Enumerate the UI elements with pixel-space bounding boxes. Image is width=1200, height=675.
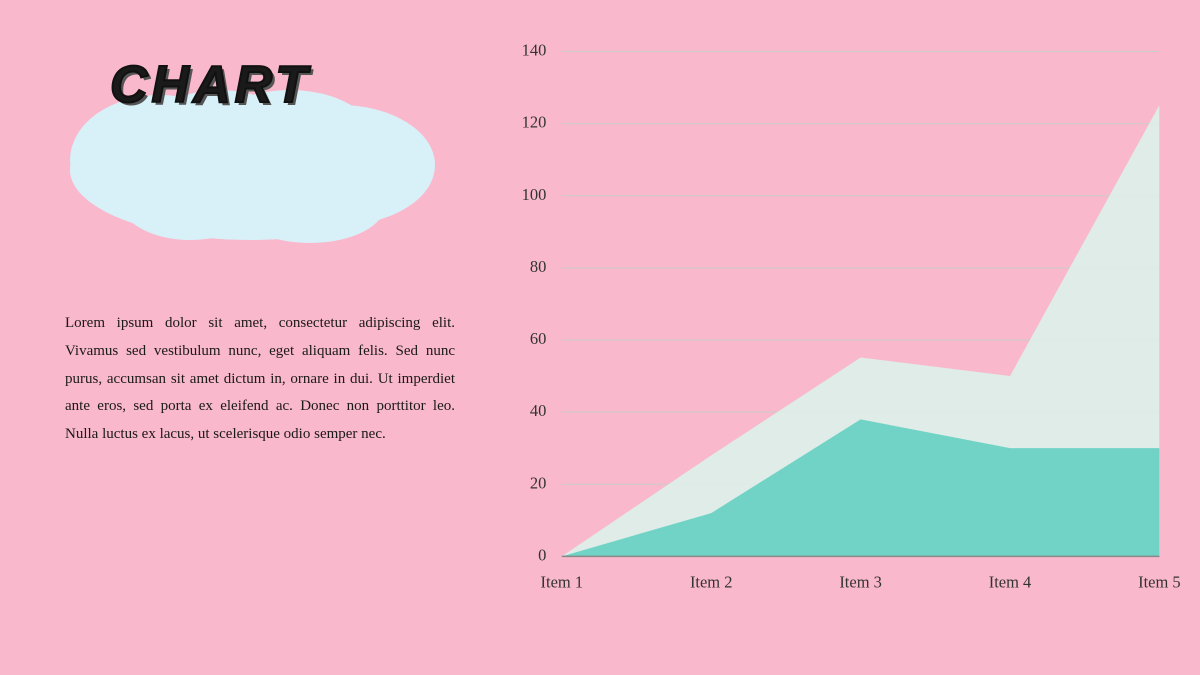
area-chart: 0 20 40 60 80 100 120 140 xyxy=(500,40,1180,640)
page-title: CHART xyxy=(110,55,311,115)
y-label-140: 140 xyxy=(522,41,547,60)
y-label-60: 60 xyxy=(530,329,546,348)
y-label-120: 120 xyxy=(522,113,547,132)
y-label-0: 0 xyxy=(538,545,546,564)
x-label-item4: Item 4 xyxy=(989,572,1032,591)
y-label-40: 40 xyxy=(530,401,546,420)
chart-area: 0 20 40 60 80 100 120 140 xyxy=(500,40,1180,640)
x-label-item2: Item 2 xyxy=(690,572,733,591)
x-label-item3: Item 3 xyxy=(839,572,882,591)
y-label-20: 20 xyxy=(530,473,546,492)
x-label-item1: Item 1 xyxy=(541,572,584,591)
x-label-item5: Item 5 xyxy=(1138,572,1180,591)
body-text: Lorem ipsum dolor sit amet, consectetur … xyxy=(65,310,455,449)
y-label-80: 80 xyxy=(530,257,546,276)
y-label-100: 100 xyxy=(522,185,547,204)
